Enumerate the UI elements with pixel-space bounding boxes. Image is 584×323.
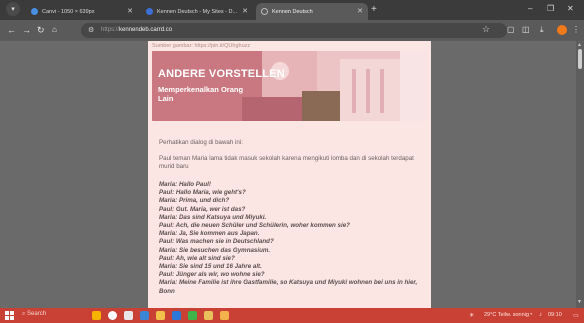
new-tab-icon[interactable]: +: [371, 5, 377, 15]
arrow-left-icon[interactable]: ←: [7, 25, 16, 35]
context-text: Paul teman Maria lama tidak masuk sekola…: [159, 155, 414, 170]
dialog-line: Maria: Hallo Paul!: [159, 181, 211, 188]
scroll-up-icon[interactable]: ▲: [577, 42, 582, 48]
tab-strip: ▾ Canvi - 1050 × 639px ✕ Kennen Deutsch …: [0, 0, 584, 20]
close-tab-icon[interactable]: ✕: [127, 7, 133, 15]
dialog-line: Paul: Was machen sie in Deutschland?: [159, 238, 274, 246]
store-icon[interactable]: [172, 311, 181, 320]
globe-favicon-icon: [261, 8, 268, 15]
browser-toolbar: ← → ↻ ⌂ ⚙ https://kennendeb.carrd.co: [0, 20, 584, 41]
dialog-block: Maria: Hallo Paul! Paul: Hallo Maria, wi…: [159, 181, 424, 296]
dialog-line: Paul: Hallo Maria, wie geht's?: [159, 189, 246, 197]
page-scrollbar[interactable]: ▲ ▼: [576, 41, 584, 308]
arrow-right-icon[interactable]: →: [22, 25, 31, 35]
banner-title: ANDERE VORSTELLEN: [158, 68, 285, 80]
minimize-icon[interactable]: –: [528, 4, 532, 13]
url-text[interactable]: https://kennendeb.carrd.co: [101, 27, 172, 33]
cortana-icon[interactable]: [108, 311, 117, 320]
file-explorer-icon[interactable]: [156, 311, 165, 320]
weather-widget[interactable]: 29°C Teilw. sonnig: [484, 312, 529, 318]
widgets-icon[interactable]: [92, 311, 101, 320]
dialog-line: Maria: Ja, Sie kommen aus Japan.: [159, 230, 260, 238]
edge-icon[interactable]: [140, 311, 149, 320]
dialog-line: Maria: Sie sind 15 und 16 Jahre alt.: [159, 263, 262, 271]
taskbar-search[interactable]: ⌕ Search: [22, 311, 46, 318]
image-source: Sumber gambar: https://pin.it/QUhghuzz: [152, 43, 251, 49]
page-viewport: Sumber gambar: https://pin.it/QUhghuzz A…: [0, 41, 584, 308]
close-window-icon[interactable]: ✕: [567, 4, 574, 13]
content-card: Sumber gambar: https://pin.it/QUhghuzz A…: [148, 41, 431, 308]
close-tab-icon[interactable]: ✕: [357, 7, 363, 15]
taskbar: ⌕ Search 29°C Teilw. sonnig ☀ ◔ ♪ 09:10 …: [0, 308, 584, 323]
scroll-down-icon[interactable]: ▼: [577, 299, 582, 305]
dialog-line: Paul: Jünger als wir, wo wohne sie?: [159, 271, 265, 279]
banner-image: ANDERE VORSTELLEN Memperkenalkan Orang L…: [152, 51, 427, 121]
dialog-line: Maria: Das sind Katsuya und Miyuki.: [159, 213, 267, 221]
tab-title: Canvi - 1050 × 639px: [42, 8, 95, 15]
dialog-line: Maria: Meine Familie ist ihre Gastfamili…: [159, 279, 418, 295]
avatar[interactable]: [557, 25, 567, 35]
task-view-icon[interactable]: [124, 311, 133, 320]
restore-icon[interactable]: ❐: [547, 4, 554, 13]
weather-sun-icon: ☀: [469, 313, 475, 319]
address-bar[interactable]: ⚙ https://kennendeb.carrd.co: [81, 23, 507, 38]
sites-favicon-icon: [146, 8, 153, 15]
files-icon[interactable]: [220, 311, 229, 320]
scrollbar-thumb[interactable]: [578, 49, 582, 69]
tab-kennen-deutsch[interactable]: Kennen Deutsch ✕: [256, 3, 368, 20]
home-icon[interactable]: ⌂: [52, 25, 57, 35]
dialog-line: Maria: Sie besuchen das Gymnasium.: [159, 246, 271, 254]
volume-icon[interactable]: ♪: [539, 312, 542, 318]
tab-canvi[interactable]: Canvi - 1050 × 639px ✕: [26, 3, 138, 20]
notifications-icon[interactable]: ▭: [573, 312, 579, 319]
clock[interactable]: 09:10: [548, 312, 562, 318]
menu-icon[interactable]: ⋮: [572, 25, 580, 34]
puzzle-icon[interactable]: ▢: [507, 25, 515, 34]
photos-icon[interactable]: [204, 311, 213, 320]
tab-title: Kennen Deutsch: [272, 8, 313, 15]
tab-search-button[interactable]: ▾: [6, 2, 20, 16]
tune-icon[interactable]: ⚙: [88, 26, 94, 34]
tab-title: Kennen Deutsch - My Sites - D...: [157, 8, 238, 15]
dialog-line: Paul: Ah, wie alt sind sie?: [159, 254, 235, 262]
close-tab-icon[interactable]: ✕: [242, 7, 248, 15]
sidepanel-icon[interactable]: ◫: [522, 25, 530, 34]
download-icon[interactable]: ⤓: [540, 25, 544, 35]
intro-text: Perhatikan dialog di bawah ini:: [159, 139, 243, 146]
network-icon[interactable]: ◔: [529, 312, 533, 318]
reload-icon[interactable]: ↻: [37, 25, 45, 35]
dialog-line: Maria: Prima, und dich?: [159, 197, 230, 205]
windows-start-icon[interactable]: [5, 311, 14, 320]
dialog-line: Paul: Ach, die neuen Schüler und Schüler…: [159, 222, 350, 230]
canva-favicon-icon: [31, 8, 38, 15]
chrome-icon[interactable]: [188, 311, 197, 320]
star-icon[interactable]: ☆: [482, 24, 490, 35]
tab-kennen-deutsch-sites[interactable]: Kennen Deutsch - My Sites - D... ✕: [141, 3, 253, 20]
banner-subtitle: Memperkenalkan Orang Lain: [158, 85, 244, 103]
dialog-line: Paul: Gut. Maria, wer ist das?: [159, 205, 246, 213]
